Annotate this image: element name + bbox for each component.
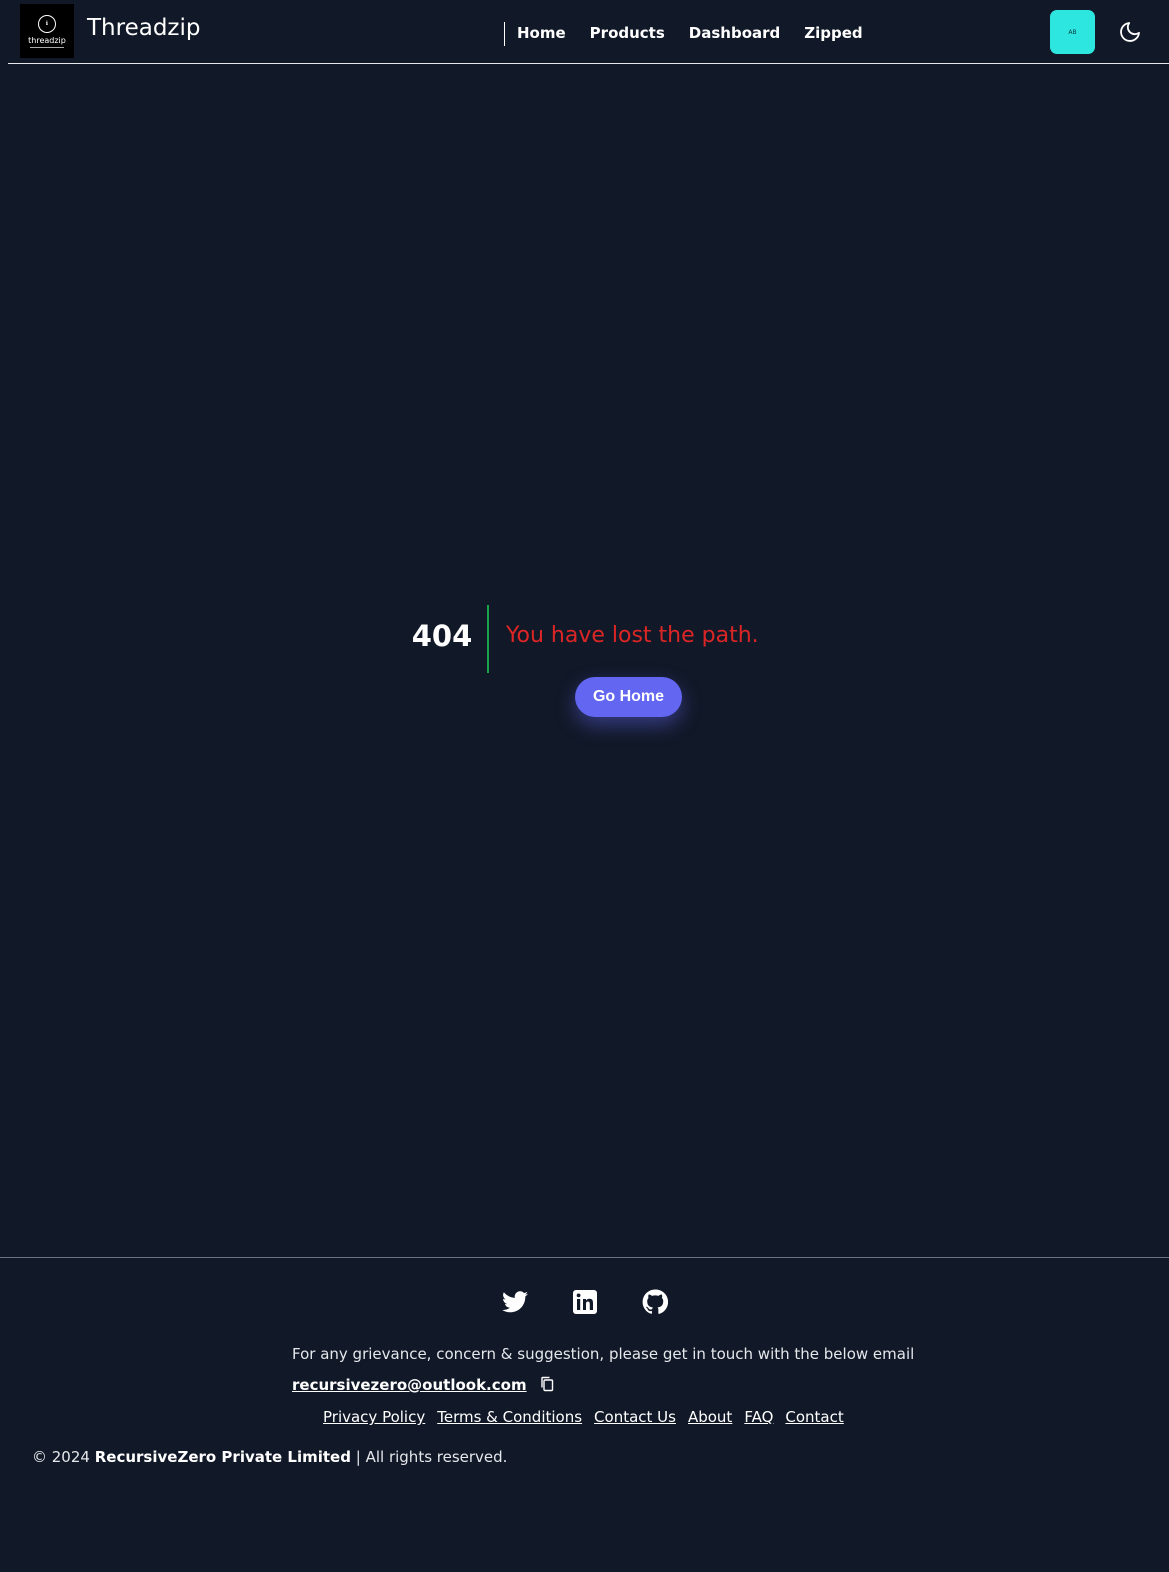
terms-link[interactable]: Terms & Conditions bbox=[437, 1408, 582, 1426]
privacy-policy-link[interactable]: Privacy Policy bbox=[323, 1408, 425, 1426]
go-home-button[interactable]: Go Home bbox=[575, 677, 682, 717]
footer: For any grievance, concern & suggestion,… bbox=[0, 1257, 1169, 1572]
twitter-icon bbox=[501, 1291, 528, 1313]
copy-icon bbox=[540, 1376, 553, 1392]
user-initials: AB bbox=[1068, 28, 1077, 36]
top-header: ℹ threadzip Threadzip Home Products Dash… bbox=[8, 0, 1169, 64]
nav-home[interactable]: Home bbox=[517, 22, 566, 44]
copy-email-button[interactable] bbox=[540, 1376, 556, 1394]
grievance-text: For any grievance, concern & suggestion,… bbox=[292, 1345, 915, 1363]
company-name: RecursiveZero Private Limited bbox=[94, 1448, 351, 1466]
email-row: recursivezero@outlook.com bbox=[292, 1376, 556, 1394]
logo-text: threadzip bbox=[28, 35, 66, 45]
copyright-suffix: | All rights reserved. bbox=[355, 1448, 508, 1466]
contact-link[interactable]: Contact bbox=[785, 1408, 843, 1426]
nav-zipped[interactable]: Zipped bbox=[804, 22, 862, 44]
error-divider bbox=[487, 605, 489, 673]
error-block: 404 You have lost the path. bbox=[0, 605, 1169, 673]
user-avatar-button[interactable]: AB bbox=[1050, 10, 1095, 54]
footer-links: Privacy Policy Terms & Conditions Contac… bbox=[323, 1408, 856, 1426]
contact-email-link[interactable]: recursivezero@outlook.com bbox=[292, 1376, 527, 1394]
linkedin-icon bbox=[572, 1290, 597, 1314]
nav-products[interactable]: Products bbox=[590, 22, 665, 44]
brand-name[interactable]: Threadzip bbox=[87, 15, 200, 41]
copyright: © 2024 RecursiveZero Private Limited | A… bbox=[32, 1448, 507, 1466]
error-message: You have lost the path. bbox=[506, 623, 759, 648]
faq-link[interactable]: FAQ bbox=[744, 1408, 773, 1426]
nav-divider bbox=[504, 22, 505, 46]
linkedin-link[interactable] bbox=[571, 1288, 599, 1316]
moon-icon bbox=[1120, 22, 1140, 42]
github-link[interactable] bbox=[641, 1288, 669, 1316]
github-icon bbox=[642, 1289, 668, 1314]
main-nav: Home Products Dashboard Zipped bbox=[517, 22, 887, 44]
twitter-link[interactable] bbox=[501, 1288, 529, 1316]
page: ℹ threadzip Threadzip Home Products Dash… bbox=[0, 0, 1169, 1572]
logo-underline bbox=[30, 46, 64, 48]
nav-dashboard[interactable]: Dashboard bbox=[689, 22, 780, 44]
contact-us-link[interactable]: Contact Us bbox=[594, 1408, 676, 1426]
logo[interactable]: ℹ threadzip bbox=[20, 4, 74, 58]
error-code: 404 bbox=[411, 619, 473, 653]
social-links bbox=[0, 1288, 1169, 1316]
theme-toggle-button[interactable] bbox=[1116, 18, 1144, 46]
about-link[interactable]: About bbox=[688, 1408, 732, 1426]
logo-symbol: ℹ bbox=[38, 14, 56, 33]
copyright-prefix: © 2024 bbox=[32, 1448, 90, 1466]
